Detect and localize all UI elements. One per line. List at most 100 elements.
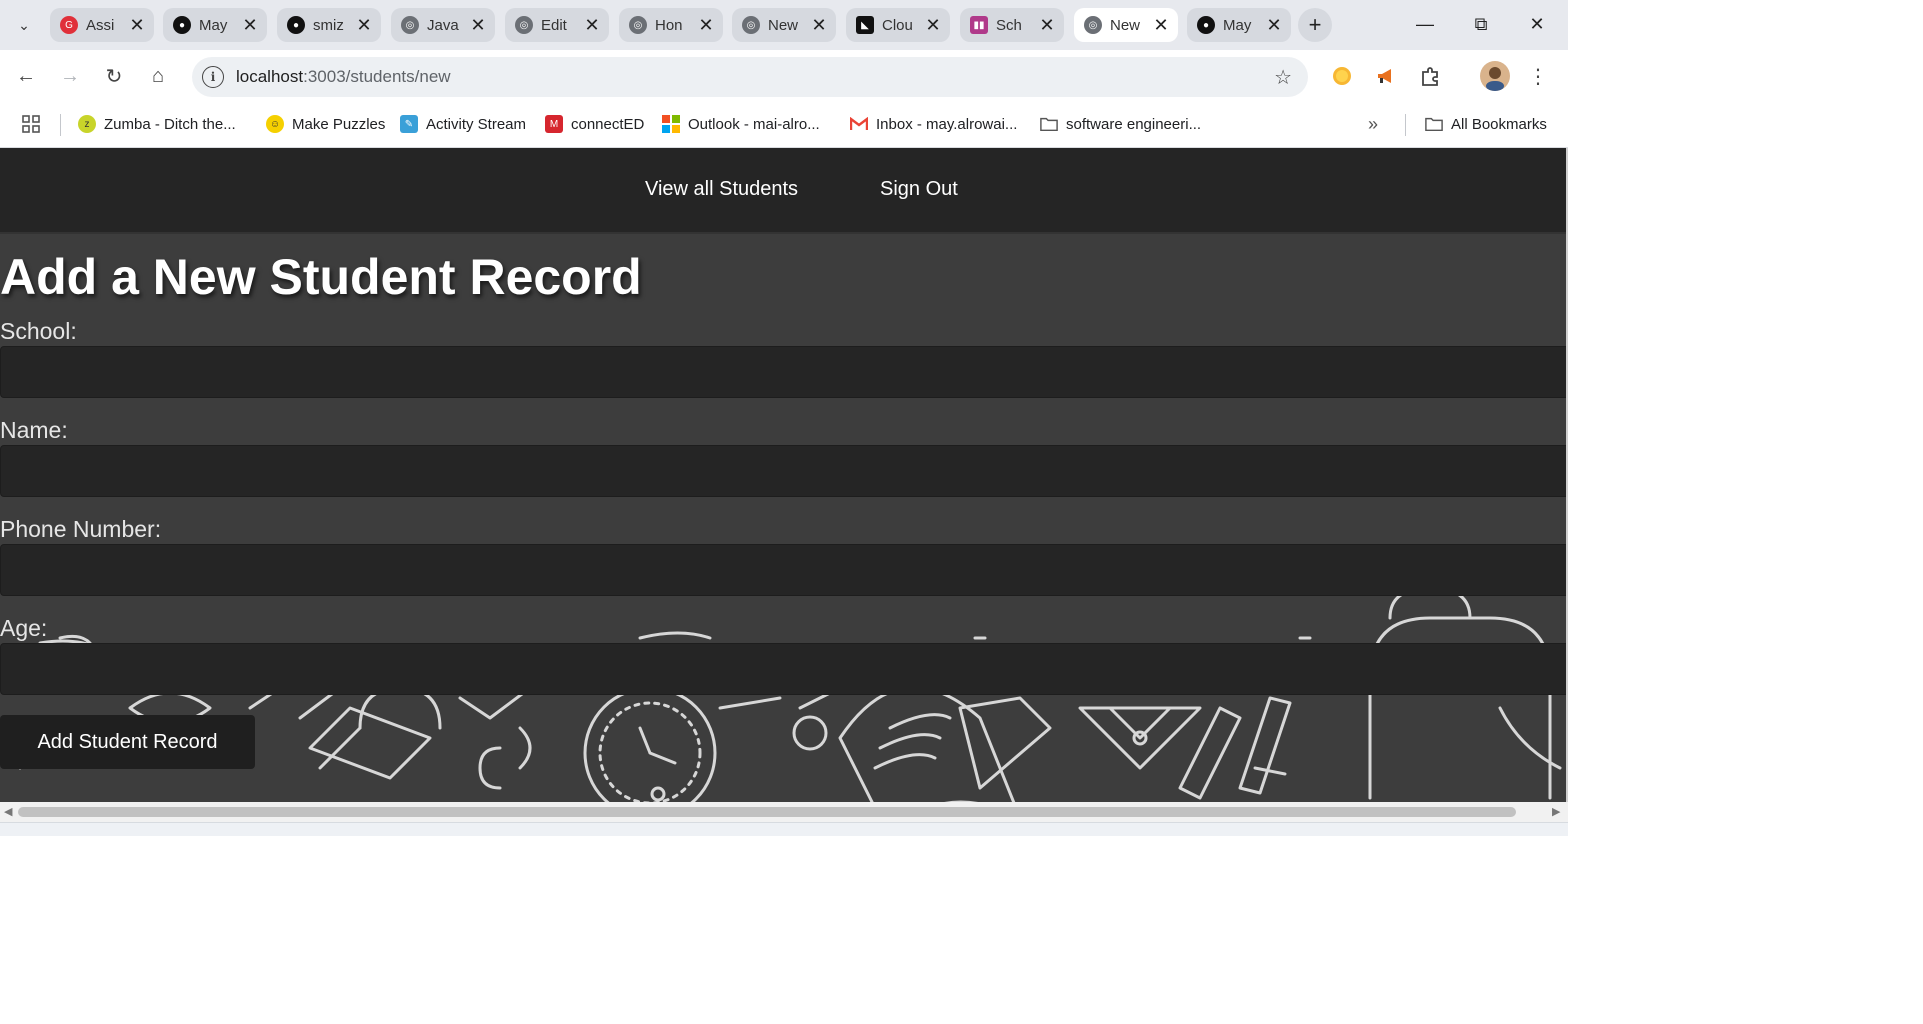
bookmark-label: connectED: [571, 115, 645, 133]
globe-icon: ◎: [515, 16, 533, 34]
name-input[interactable]: [0, 445, 1566, 497]
tab-title: Java: [427, 16, 459, 34]
browser-toolbar: ← → ↻ ⌂ i localhost:3003/students/new ☆ …: [0, 50, 1568, 102]
tab-title: Sch: [996, 16, 1022, 34]
mcgraw-hill-icon: M: [545, 115, 563, 133]
smiley-icon: ☺: [266, 115, 284, 133]
url-text[interactable]: localhost:3003/students/new: [236, 67, 451, 87]
tab-2[interactable]: ● smiz ✕: [277, 8, 381, 42]
close-icon[interactable]: ✕: [581, 15, 603, 36]
bookmark-gmail-inbox[interactable]: Inbox - may.alrowai...: [850, 112, 1017, 136]
tab-3[interactable]: ◎ Java ✕: [391, 8, 495, 42]
all-bookmarks-folder[interactable]: All Bookmarks: [1425, 112, 1547, 136]
school-label: School:: [0, 318, 77, 344]
add-student-record-button[interactable]: Add Student Record: [0, 715, 255, 769]
globe-icon: ◎: [1084, 16, 1102, 34]
close-icon[interactable]: ✕: [467, 15, 489, 36]
tab-9-active[interactable]: ◎ New ✕: [1074, 8, 1178, 42]
close-icon[interactable]: ✕: [239, 15, 261, 36]
bookmarks-bar: z Zumba - Ditch the... ☺ Make Puzzles ✎ …: [0, 102, 1568, 148]
bookmark-star-icon[interactable]: ☆: [1274, 65, 1292, 90]
tab-title: Assi: [86, 16, 115, 34]
name-label: Name:: [0, 417, 68, 443]
view-all-students-link[interactable]: View all Students: [645, 178, 798, 201]
vertical-scrollbar[interactable]: [1566, 148, 1568, 802]
tab-0[interactable]: G Assi ✕: [50, 8, 154, 42]
tab-title: Hon: [655, 16, 683, 34]
close-icon[interactable]: ✕: [353, 15, 375, 36]
tab-title: Edit: [541, 16, 567, 34]
tab-title: New: [768, 16, 799, 34]
tab-10[interactable]: ● May ✕: [1187, 8, 1291, 42]
close-icon[interactable]: ✕: [922, 15, 944, 36]
window-close-icon[interactable]: ✕: [1512, 8, 1562, 40]
url-host: localhost: [236, 67, 304, 86]
tab-6[interactable]: ◎ New ✕: [732, 8, 836, 42]
address-bar[interactable]: i localhost:3003/students/new ☆: [192, 57, 1308, 97]
close-icon[interactable]: ✕: [695, 15, 717, 36]
trello-icon: ▮▮: [970, 16, 988, 34]
close-icon[interactable]: ✕: [1150, 15, 1172, 36]
bookmark-outlook[interactable]: Outlook - mai-alro...: [662, 112, 820, 136]
minimize-icon[interactable]: —: [1400, 8, 1450, 40]
page-title: Add a New Student Record: [0, 249, 642, 305]
github-icon: ●: [1197, 16, 1215, 34]
extension-sun-icon[interactable]: [1328, 62, 1356, 90]
reload-icon[interactable]: ↻: [98, 60, 130, 92]
profile-avatar[interactable]: [1480, 61, 1510, 91]
close-icon[interactable]: ✕: [126, 15, 148, 36]
horizontal-scrollbar[interactable]: ◀ ▶: [0, 802, 1568, 822]
extension-megaphone-icon[interactable]: [1372, 62, 1400, 90]
age-label: Age:: [0, 615, 48, 641]
age-input[interactable]: [0, 643, 1566, 695]
phone-number-input[interactable]: [0, 544, 1566, 596]
os-taskbar: [0, 822, 1568, 836]
extensions-puzzle-icon[interactable]: [1416, 62, 1444, 90]
close-icon[interactable]: ✕: [808, 15, 830, 36]
bookmark-activity-stream[interactable]: ✎ Activity Stream: [400, 112, 526, 136]
tab-4[interactable]: ◎ Edit ✕: [505, 8, 609, 42]
red-circle-icon: G: [60, 16, 78, 34]
tab-7[interactable]: ◣ Clou ✕: [846, 8, 950, 42]
all-bookmarks-label: All Bookmarks: [1451, 115, 1547, 133]
sign-out-link[interactable]: Sign Out: [880, 178, 958, 201]
tab-title: May: [199, 16, 228, 34]
bookmark-connected[interactable]: M connectED: [545, 112, 644, 136]
scroll-left-arrow-icon[interactable]: ◀: [4, 805, 12, 818]
globe-icon: ◎: [629, 16, 647, 34]
tab-strip: ⌄ G Assi ✕ ● May ✕ ● smiz ✕ ◎ Java ✕ ◎ E…: [0, 0, 1568, 50]
bookmark-label: Inbox - may.alrowai...: [876, 115, 1018, 133]
bookmark-separator: [1405, 114, 1406, 136]
gmail-icon: [850, 115, 868, 133]
scrollbar-thumb[interactable]: [18, 807, 1516, 817]
url-path: :3003/students/new: [303, 67, 451, 86]
tab-title: May: [1223, 16, 1252, 34]
school-input[interactable]: [0, 346, 1566, 398]
github-icon: ●: [287, 16, 305, 34]
microsoft-icon: [662, 115, 680, 133]
tab-5[interactable]: ◎ Hon ✕: [619, 8, 723, 42]
home-icon[interactable]: ⌂: [142, 60, 174, 92]
bookmark-label: Activity Stream: [426, 115, 527, 133]
zumba-icon: z: [78, 115, 96, 133]
forward-arrow-icon[interactable]: →: [54, 60, 86, 92]
site-navbar: View all Students Sign Out: [0, 148, 1566, 234]
bookmark-zumba[interactable]: z Zumba - Ditch the...: [78, 112, 236, 136]
bookmark-folder-software-engineering[interactable]: software engineeri...: [1040, 112, 1201, 136]
site-info-icon[interactable]: i: [202, 66, 224, 88]
close-icon[interactable]: ✕: [1036, 15, 1058, 36]
scroll-right-arrow-icon[interactable]: ▶: [1552, 805, 1560, 818]
new-tab-plus-icon[interactable]: +: [1298, 8, 1332, 42]
more-bookmarks-chevron-icon[interactable]: »: [1368, 112, 1378, 136]
tab-search-chevron-icon[interactable]: ⌄: [8, 10, 40, 40]
back-arrow-icon[interactable]: ←: [10, 60, 42, 92]
apps-grid-icon[interactable]: [20, 112, 42, 136]
tab-8[interactable]: ▮▮ Sch ✕: [960, 8, 1064, 42]
tab-1[interactable]: ● May ✕: [163, 8, 267, 42]
browser-menu-icon[interactable]: ⋮: [1524, 62, 1552, 90]
bookmark-make-puzzles[interactable]: ☺ Make Puzzles: [266, 112, 385, 136]
close-icon[interactable]: ✕: [1263, 15, 1285, 36]
restore-icon[interactable]: ⧉: [1456, 8, 1506, 40]
bookmark-separator: [60, 114, 61, 136]
bookmark-label: Make Puzzles: [292, 115, 386, 133]
